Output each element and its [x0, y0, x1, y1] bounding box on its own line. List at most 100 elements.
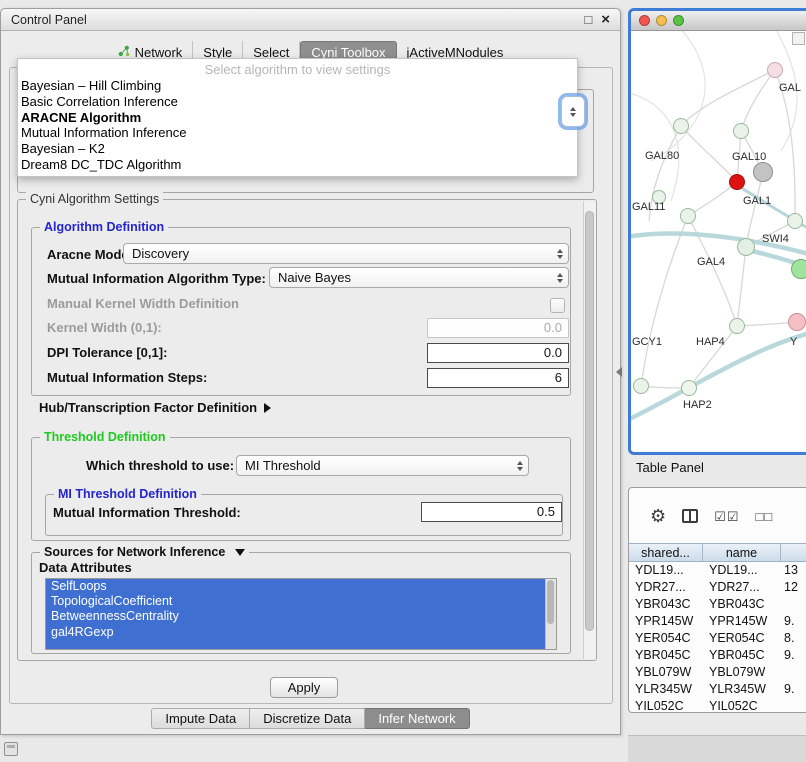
algorithm-dropdown: Select algorithm to view settings Bayesi… [17, 58, 578, 177]
mi-steps-label: Mutual Information Steps: [47, 370, 207, 386]
column-header[interactable]: name [703, 544, 781, 561]
close-traffic-light[interactable] [639, 15, 650, 26]
dpi-tolerance-input[interactable]: 0.0 [427, 343, 569, 363]
mi-type-select[interactable]: Naive Bayes [269, 267, 569, 288]
network-node[interactable] [753, 162, 773, 182]
table-cell: YDL19... [703, 563, 781, 577]
table-cell: YDR27... [703, 580, 781, 594]
network-node[interactable] [791, 259, 806, 279]
table-row[interactable]: YLR345WYLR345W9. [629, 680, 806, 697]
algorithm-option[interactable]: Bayesian – Hill Climbing [18, 78, 577, 94]
attribute-item[interactable]: gal4RGexp [46, 625, 556, 640]
control-panel-titlebar[interactable]: Control Panel □ × [1, 9, 620, 31]
table-row[interactable]: YBR045CYBR045C9. [629, 646, 806, 663]
table-cell: 13 [781, 563, 806, 577]
network-scrollbar-button[interactable] [792, 32, 805, 45]
table-row[interactable]: YBL079WYBL079W [629, 663, 806, 680]
network-node[interactable] [633, 378, 649, 394]
table-cell: 12 [781, 580, 806, 594]
network-window-titlebar[interactable] [631, 11, 806, 31]
algorithm-combo-button[interactable] [561, 96, 585, 127]
splitter-handle[interactable] [616, 367, 622, 377]
attribute-item[interactable]: SelfLoops [46, 579, 556, 594]
table-row[interactable]: YER054CYER054C8. [629, 630, 806, 647]
settings-scrollbar[interactable] [583, 201, 596, 659]
mi-steps-input[interactable]: 6 [427, 368, 569, 388]
column-header[interactable] [781, 544, 806, 561]
algorithm-option[interactable]: Dream8 DC_TDC Algorithm [18, 157, 577, 173]
hub-definition-label: Hub/Transcription Factor Definition [39, 400, 257, 415]
close-icon[interactable]: × [601, 12, 610, 27]
table-body: YDL19...YDL19...13YDR27...YDR27...12YBR0… [629, 562, 806, 712]
bottom-tab-infer-network[interactable]: Infer Network [365, 708, 469, 729]
settings-group-title: Cyni Algorithm Settings [26, 192, 163, 206]
float-window-icon[interactable]: □ [584, 13, 592, 26]
gear-icon[interactable]: ⚙ [650, 507, 666, 525]
algorithm-option[interactable]: Basic Correlation Inference [18, 94, 577, 110]
list-scrollbar-thumb[interactable] [547, 580, 554, 624]
node-label: GAL11 [632, 201, 665, 213]
network-node[interactable] [788, 313, 806, 331]
table-row[interactable]: YDL19...YDL19...13 [629, 562, 806, 579]
network-canvas[interactable]: GALGAL80GAL10GAL11GAL1SWI4GAL4GCY1HAP4YH… [631, 31, 806, 451]
apply-button[interactable]: Apply [270, 677, 338, 698]
mi-threshold-label: Mutual Information Threshold: [53, 505, 241, 521]
deselect-all-icon[interactable]: □□ [755, 510, 773, 523]
mi-type-label: Mutual Information Algorithm Type: [47, 271, 266, 287]
table-cell: YER054C [703, 631, 781, 645]
network-node[interactable] [673, 118, 689, 134]
table-cell: 8. [781, 631, 806, 645]
network-node[interactable] [729, 174, 745, 190]
algorithm-option[interactable]: ARACNE Algorithm [18, 110, 577, 126]
table-cell: YBR045C [629, 648, 703, 662]
select-all-icon[interactable]: ☑☑ [714, 510, 739, 523]
network-node[interactable] [680, 208, 696, 224]
dpi-tolerance-label: DPI Tolerance [0,1]: [47, 345, 167, 361]
attribute-item[interactable]: BetweennessCentrality [46, 609, 556, 624]
bottom-tab-discretize-data[interactable]: Discretize Data [250, 708, 365, 729]
table-cell: 9. [781, 682, 806, 696]
table-cell: YDR27... [629, 580, 703, 594]
which-threshold-select[interactable]: MI Threshold [236, 455, 529, 476]
sources-toggle[interactable]: Sources for Network Inference [40, 545, 249, 559]
table-cell: YLR345W [629, 682, 703, 696]
attribute-item[interactable]: TopologicalCoefficient [46, 594, 556, 609]
table-cell: YDL19... [629, 563, 703, 577]
which-threshold-value: MI Threshold [245, 458, 511, 473]
sources-title: Sources for Network Inference [44, 545, 225, 559]
table-row[interactable]: YIL052CYIL052C [629, 697, 806, 712]
bottom-tab-label: Infer Network [378, 709, 455, 729]
hub-definition-toggle[interactable]: Hub/Transcription Factor Definition [39, 400, 271, 415]
network-node[interactable] [729, 318, 745, 334]
expand-down-icon [235, 549, 245, 556]
network-node[interactable] [737, 238, 755, 256]
bottom-panel [628, 735, 806, 762]
algorithm-option[interactable]: Mutual Information Inference [18, 125, 577, 141]
table-cell: YLR345W [703, 682, 781, 696]
algorithm-option[interactable]: Bayesian – K2 [18, 141, 577, 157]
columns-icon[interactable] [682, 509, 698, 523]
table-row[interactable]: YBR043CYBR043C [629, 596, 806, 613]
table-cell: YER054C [629, 631, 703, 645]
network-node[interactable] [787, 213, 803, 229]
attribute-list[interactable]: SelfLoopsTopologicalCoefficientBetweenne… [45, 578, 557, 650]
mi-type-value: Naive Bayes [278, 270, 551, 285]
node-label: GCY1 [632, 336, 662, 348]
column-header[interactable]: shared... [629, 544, 703, 561]
algorithm-definition-title: Algorithm Definition [40, 220, 168, 234]
list-scrollbar[interactable] [545, 579, 556, 649]
minimize-traffic-light[interactable] [656, 15, 667, 26]
network-node[interactable] [767, 62, 783, 78]
aracne-mode-select[interactable]: Discovery [123, 243, 569, 264]
manual-kernel-checkbox[interactable] [550, 298, 565, 313]
scrollbar-thumb[interactable] [585, 211, 594, 631]
table-row[interactable]: YDR27...YDR27...12 [629, 579, 806, 596]
network-node[interactable] [681, 380, 697, 396]
bottom-tab-impute-data[interactable]: Impute Data [151, 708, 250, 729]
network-node[interactable] [733, 123, 749, 139]
table-row[interactable]: YPR145WYPR145W9. [629, 613, 806, 630]
zoom-traffic-light[interactable] [673, 15, 684, 26]
mi-threshold-input[interactable]: 0.5 [421, 502, 562, 522]
restore-panel-icon[interactable] [4, 742, 18, 756]
node-label: SWI4 [762, 233, 789, 245]
